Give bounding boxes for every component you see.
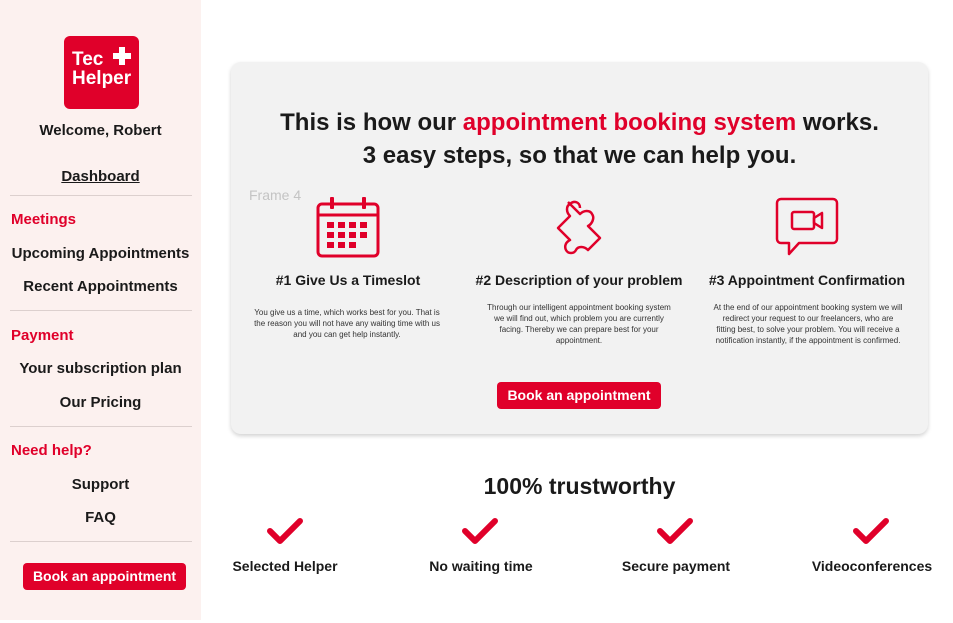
page: Tec Helper Welcome, Robert Dashboard Mee…: [0, 0, 953, 623]
trust-item-videoconferences: Videoconferences: [811, 558, 933, 574]
section-title-meetings: Meetings: [11, 211, 77, 228]
sidebar-item-faq[interactable]: FAQ: [0, 509, 201, 526]
sidebar-item-support[interactable]: Support: [0, 476, 201, 493]
divider: [10, 426, 192, 427]
trust-item-secure-payment: Secure payment: [621, 558, 731, 574]
logo-text-line2: Helper: [72, 68, 132, 89]
logo-text-line1: Tec: [72, 49, 104, 70]
step3-description: At the end of our appointment booking sy…: [713, 303, 903, 345]
checkmark-icon: [657, 518, 693, 544]
sidebar-item-dashboard[interactable]: Dashboard: [0, 168, 201, 185]
puzzle-piece-icon: [556, 200, 602, 255]
headline-line2: 3 easy steps, so that we can help you.: [362, 142, 797, 169]
sidebar: Tec Helper Welcome, Robert Dashboard Mee…: [0, 0, 201, 620]
sidebar-book-appointment-button[interactable]: Book an appointment: [23, 563, 186, 590]
trust-item-selected-helper: Selected Helper: [232, 558, 338, 574]
logo[interactable]: Tec Helper: [64, 36, 139, 109]
checkmark-icon: [267, 518, 303, 544]
trust-title: 100% trustworthy: [483, 473, 676, 499]
video-chat-icon: [775, 197, 839, 256]
section-title-payment: Payment: [11, 327, 74, 344]
headline-text-end: works.: [796, 109, 879, 136]
sidebar-item-subscription-plan[interactable]: Your subscription plan: [0, 360, 201, 377]
headline-accent-text: appointment booking system: [462, 109, 797, 136]
step1-description: You give us a time, which works best for…: [254, 308, 440, 339]
divider: [10, 541, 192, 542]
frame-label: Frame 4: [249, 187, 302, 203]
divider: [10, 310, 192, 311]
book-appointment-button[interactable]: Book an appointment: [497, 382, 661, 409]
divider: [10, 195, 192, 196]
medical-cross-icon: [112, 46, 132, 66]
section-title-need-help: Need help?: [11, 442, 92, 459]
step1-title: #1 Give Us a Timeslot: [275, 272, 421, 288]
trust-item-no-waiting-time: No waiting time: [429, 558, 533, 574]
sidebar-item-recent-appointments[interactable]: Recent Appointments: [0, 278, 201, 295]
headline-line1: This is how our appointment booking syst…: [231, 107, 928, 139]
step2-title: #2 Description of your problem: [475, 272, 683, 288]
calendar-icon: [316, 197, 380, 258]
headline-text: This is how our: [280, 109, 463, 136]
welcome-text: Welcome, Robert: [39, 122, 162, 139]
step2-description: Through our intelligent appointment book…: [487, 303, 671, 345]
sidebar-item-upcoming-appointments[interactable]: Upcoming Appointments: [0, 245, 201, 262]
step3-title: #3 Appointment Confirmation: [708, 272, 906, 288]
checkmark-icon: [462, 518, 498, 544]
checkmark-icon: [853, 518, 889, 544]
sidebar-item-our-pricing[interactable]: Our Pricing: [0, 394, 201, 411]
